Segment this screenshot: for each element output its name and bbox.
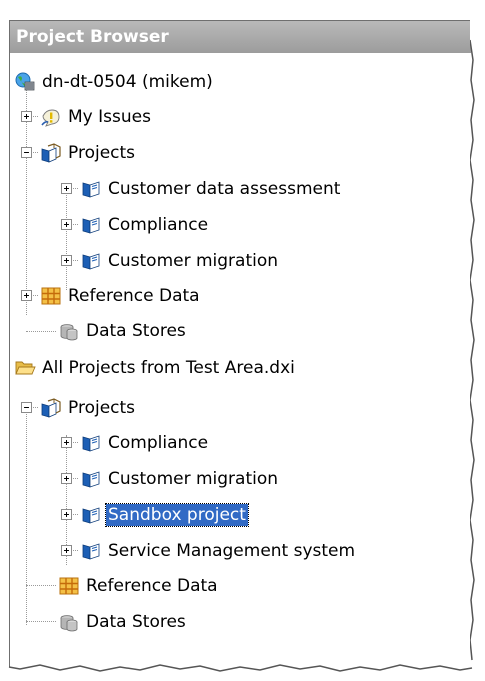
screenshot-frame: Project Browser dn-dt-0504 (mikem) My Is… [0, 0, 485, 681]
tree-node-customer-migration[interactable]: Customer migration [80, 464, 280, 494]
issues-icon [40, 106, 62, 128]
tree-node-compliance[interactable]: Compliance [80, 428, 210, 458]
tree-node-label: Customer migration [108, 469, 279, 489]
torn-edge-bottom [0, 664, 485, 681]
tree-connector-line [26, 407, 27, 625]
tree-node-customer-data-assessment[interactable]: Customer data assessment [80, 174, 342, 204]
tree-node-service-management-system[interactable]: Service Management system [80, 536, 357, 566]
tree-node-label: Customer migration [108, 251, 279, 271]
project-book-icon [80, 432, 102, 454]
tree-connector-line [26, 621, 56, 622]
torn-edge-right [470, 20, 485, 681]
tree-node-label: Projects [68, 398, 136, 418]
tree-node-label: dn-dt-0504 (mikem) [42, 72, 213, 92]
tree-node-reference-data[interactable]: Reference Data [40, 281, 202, 311]
tree-node-my-issues[interactable]: My Issues [40, 102, 153, 132]
tree-node-label: Compliance [108, 433, 209, 453]
projects-folder-icon [40, 142, 62, 164]
data-stores-icon [58, 611, 80, 633]
project-book-icon [80, 468, 102, 490]
tree-node-customer-migration[interactable]: Customer migration [80, 246, 280, 276]
tree-node-dxi-file[interactable]: All Projects from Test Area.dxi [14, 353, 297, 383]
panel-title: Project Browser [10, 21, 471, 53]
project-book-icon [80, 540, 102, 562]
reference-data-grid-icon [58, 575, 80, 597]
tree-node-label: Data Stores [86, 612, 186, 632]
tree-connector-line [26, 585, 56, 586]
tree-node-label: Projects [68, 143, 136, 163]
expand-plus-icon[interactable] [21, 111, 32, 122]
tree-node-label: Reference Data [68, 286, 200, 306]
collapse-minus-icon[interactable] [21, 147, 32, 158]
project-book-icon [80, 250, 102, 272]
expand-plus-icon[interactable] [61, 509, 72, 520]
collapse-minus-icon[interactable] [21, 402, 32, 413]
expand-plus-icon[interactable] [61, 183, 72, 194]
open-folder-icon [14, 357, 36, 379]
tree-node-projects[interactable]: Projects [40, 393, 137, 423]
tree-connector-line [26, 331, 56, 332]
tree-node-data-stores[interactable]: Data Stores [58, 607, 188, 637]
tree-node-label: Compliance [108, 215, 209, 235]
expand-plus-icon[interactable] [21, 290, 32, 301]
project-book-icon [80, 504, 102, 526]
tree-node-compliance[interactable]: Compliance [80, 210, 210, 240]
server-globe-icon [14, 71, 36, 93]
tree-node-server[interactable]: dn-dt-0504 (mikem) [14, 67, 215, 97]
tree-node-data-stores[interactable]: Data Stores [58, 316, 188, 346]
tree-node-sandbox-project[interactable]: Sandbox project [80, 500, 249, 530]
project-browser-panel: Project Browser dn-dt-0504 (mikem) My Is… [9, 20, 471, 668]
tree-node-projects[interactable]: Projects [40, 138, 137, 168]
tree-node-label-selected: Sandbox project [105, 503, 249, 527]
project-book-icon [80, 214, 102, 236]
tree-node-reference-data[interactable]: Reference Data [58, 571, 220, 601]
expand-plus-icon[interactable] [61, 255, 72, 266]
expand-plus-icon[interactable] [61, 545, 72, 556]
data-stores-icon [58, 320, 80, 342]
tree-node-label: Customer data assessment [108, 179, 341, 199]
project-book-icon [80, 178, 102, 200]
tree-connector-line [66, 188, 67, 290]
tree-node-label: Data Stores [86, 321, 186, 341]
tree-node-label: All Projects from Test Area.dxi [42, 358, 295, 378]
expand-plus-icon[interactable] [61, 219, 72, 230]
reference-data-grid-icon [40, 285, 62, 307]
tree-node-label: Reference Data [86, 576, 218, 596]
tree-node-label: Service Management system [108, 541, 356, 561]
expand-plus-icon[interactable] [61, 473, 72, 484]
project-tree[interactable]: dn-dt-0504 (mikem) My Issues Projects Cu… [10, 53, 471, 668]
tree-node-label: My Issues [68, 107, 151, 127]
expand-plus-icon[interactable] [61, 437, 72, 448]
projects-folder-icon [40, 397, 62, 419]
